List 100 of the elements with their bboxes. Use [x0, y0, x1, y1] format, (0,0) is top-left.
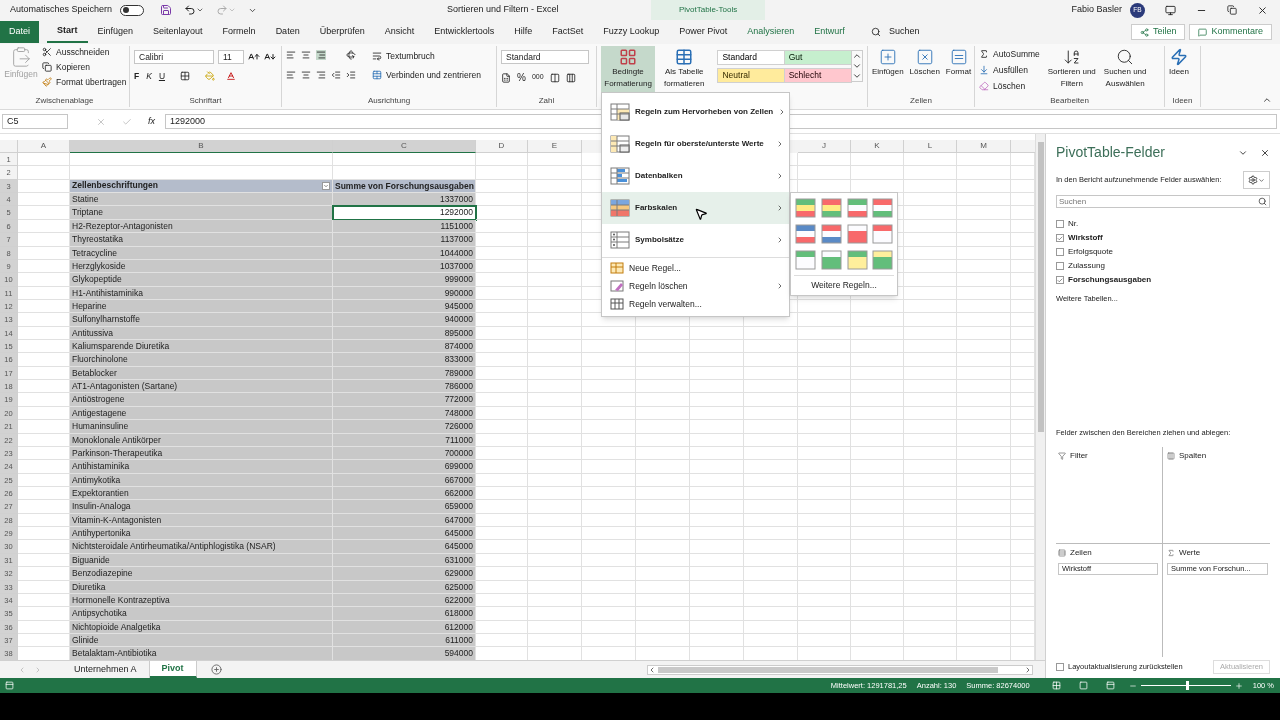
- column-header[interactable]: E: [528, 140, 582, 153]
- table-cell[interactable]: 1137000: [333, 233, 476, 247]
- table-cell[interactable]: 833000: [333, 353, 476, 367]
- ribbon-tab[interactable]: Power Pivot: [669, 21, 738, 43]
- table-cell[interactable]: 659000: [333, 500, 476, 514]
- table-cell: Kaliumsparende Diuretika: [70, 340, 333, 354]
- merge-center-button[interactable]: Verbinden und zentrieren: [372, 68, 481, 82]
- table-cell[interactable]: 999000: [333, 273, 476, 287]
- percent-button[interactable]: %: [517, 70, 526, 85]
- menu-item[interactable]: Regeln verwalten...: [602, 295, 789, 313]
- table-cell[interactable]: 726000: [333, 420, 476, 434]
- share-button[interactable]: Teilen: [1130, 24, 1186, 40]
- bold-button[interactable]: F: [134, 70, 140, 83]
- group-label: Bearbeiten: [1050, 95, 1089, 107]
- table-cell[interactable]: 874000: [333, 340, 476, 354]
- table-cell: Antipsychotika: [70, 607, 333, 621]
- menu-item[interactable]: Symbolsätze: [602, 224, 789, 256]
- cell-style[interactable]: Schlecht: [783, 68, 852, 83]
- ideas-button[interactable]: Ideen: [1169, 48, 1190, 78]
- clear-button[interactable]: Löschen: [979, 79, 1040, 93]
- table-cell[interactable]: 1292000: [333, 206, 476, 220]
- ribbon-tab[interactable]: Überprüfen: [309, 21, 375, 43]
- menu-item[interactable]: Neue Regel...: [602, 259, 789, 277]
- table-cell[interactable]: 786000: [333, 380, 476, 394]
- menu-item[interactable]: Datenbalken: [602, 160, 789, 192]
- ribbon-tab[interactable]: FactSet: [542, 21, 594, 43]
- ribbon-tab[interactable]: Datei: [0, 21, 39, 43]
- table-cell[interactable]: 699000: [333, 460, 476, 474]
- area-label: Werte: [1179, 547, 1201, 559]
- ribbon-tab[interactable]: Ansicht: [374, 21, 425, 43]
- group-label: Zahl: [538, 95, 555, 107]
- more-rules-item[interactable]: Weitere Regeln...: [794, 279, 894, 292]
- menu-item[interactable]: Farbskalen: [602, 192, 789, 224]
- italic-button[interactable]: K: [146, 70, 152, 83]
- number-format-field[interactable]: Standard: [501, 50, 589, 64]
- find-select-button[interactable]: Suchen und Auswählen: [1103, 48, 1147, 93]
- column-header[interactable]: M: [957, 140, 1011, 153]
- table-cell[interactable]: 629000: [333, 567, 476, 581]
- sheet-tab[interactable]: Pivot: [149, 661, 197, 678]
- wrap-text-button[interactable]: Textumbruch: [372, 50, 481, 63]
- column-header[interactable]: D: [476, 140, 528, 153]
- ribbon-tab[interactable]: Einfügen: [87, 21, 144, 43]
- comments-button[interactable]: Kommentare: [1189, 24, 1272, 40]
- name-box[interactable]: C5: [2, 114, 68, 129]
- context-tab-header: PivotTable-Tools: [651, 0, 766, 20]
- copy-button[interactable]: Kopieren: [42, 60, 127, 74]
- column-header[interactable]: J: [798, 140, 851, 153]
- group-label: Ideen: [1172, 95, 1193, 107]
- cell-style[interactable]: Gut: [783, 50, 852, 65]
- group-label: Schriftart: [189, 95, 222, 107]
- table-cell: Betalaktam-Antibiotika: [70, 647, 333, 660]
- ribbon-tab[interactable]: Analysieren: [737, 21, 805, 43]
- area-label: Zeilen: [1070, 547, 1092, 559]
- font-name-field[interactable]: Calibri: [134, 50, 214, 64]
- table-cell: Triptane: [70, 206, 333, 220]
- area-label: Spalten: [1179, 449, 1207, 462]
- tell-me-search[interactable]: Suchen: [888, 25, 920, 39]
- cell-style[interactable]: Neutral: [717, 68, 786, 83]
- column-header[interactable]: C: [333, 140, 476, 153]
- table-cell: Fluorchinolone: [70, 353, 333, 367]
- group-label: Zellen: [910, 95, 932, 107]
- window-title: Sortieren und Filtern - Excel: [447, 3, 560, 17]
- table-cell[interactable]: 618000: [333, 607, 476, 621]
- column-header[interactable]: L: [904, 140, 957, 153]
- column-header[interactable]: B: [70, 140, 333, 153]
- table-cell[interactable]: 594000: [333, 647, 476, 660]
- sort-filter-button[interactable]: Sortieren und Filtern: [1047, 48, 1096, 93]
- format-painter-button[interactable]: Format übertragen: [42, 75, 127, 89]
- ribbon-tab[interactable]: Hilfe: [504, 21, 543, 43]
- ribbon-tab[interactable]: Entwicklertools: [424, 21, 505, 43]
- pane-title: PivotTable-Felder: [1056, 143, 1165, 162]
- table-cell: Humaninsuline: [70, 420, 333, 434]
- cells-button[interactable]: Format: [945, 48, 972, 78]
- fill-button[interactable]: Ausfüllen: [979, 63, 1040, 77]
- table-cell[interactable]: 772000: [333, 393, 476, 407]
- autosum-button[interactable]: AutoSumme: [979, 48, 1040, 61]
- column-header[interactable]: K: [851, 140, 904, 153]
- menu-item[interactable]: Regeln löschen: [602, 277, 789, 295]
- table-cell: Nichtsteroidale Antirheumatika/Antiphlogistika (NSAR): [70, 540, 333, 554]
- table-cell[interactable]: 940000: [333, 313, 476, 327]
- ribbon-tab[interactable]: Seitenlayout: [143, 21, 213, 43]
- table-cell: Benzodiazepine: [70, 567, 333, 581]
- font-size-field[interactable]: 11: [218, 50, 244, 64]
- cells-button[interactable]: Einfügen: [872, 48, 904, 78]
- menu-item[interactable]: Regeln für oberste/unterste Werte: [602, 128, 789, 160]
- cell-style[interactable]: Standard: [717, 50, 786, 65]
- cut-button[interactable]: Ausschneiden: [42, 46, 127, 59]
- table-cell[interactable]: 645000: [333, 527, 476, 541]
- cells-button[interactable]: Löschen: [909, 48, 940, 78]
- ribbon-tab[interactable]: Daten: [265, 21, 310, 43]
- ribbon-tab[interactable]: Entwurf: [804, 21, 855, 43]
- table-cell: Thyreostatika: [70, 233, 333, 247]
- user-name: Fabio Basler: [1071, 3, 1122, 17]
- ribbon-tab[interactable]: Formeln: [212, 21, 266, 43]
- format-as-table-button[interactable]: Als Tabelle formatieren: [659, 46, 710, 90]
- underline-button[interactable]: U: [158, 70, 165, 83]
- table-cell[interactable]: 645000: [333, 540, 476, 554]
- ribbon-tab[interactable]: Fuzzy Lookup: [593, 21, 670, 43]
- insert-function-button[interactable]: fx: [148, 114, 155, 129]
- table-cell: Glykopeptide: [70, 273, 333, 287]
